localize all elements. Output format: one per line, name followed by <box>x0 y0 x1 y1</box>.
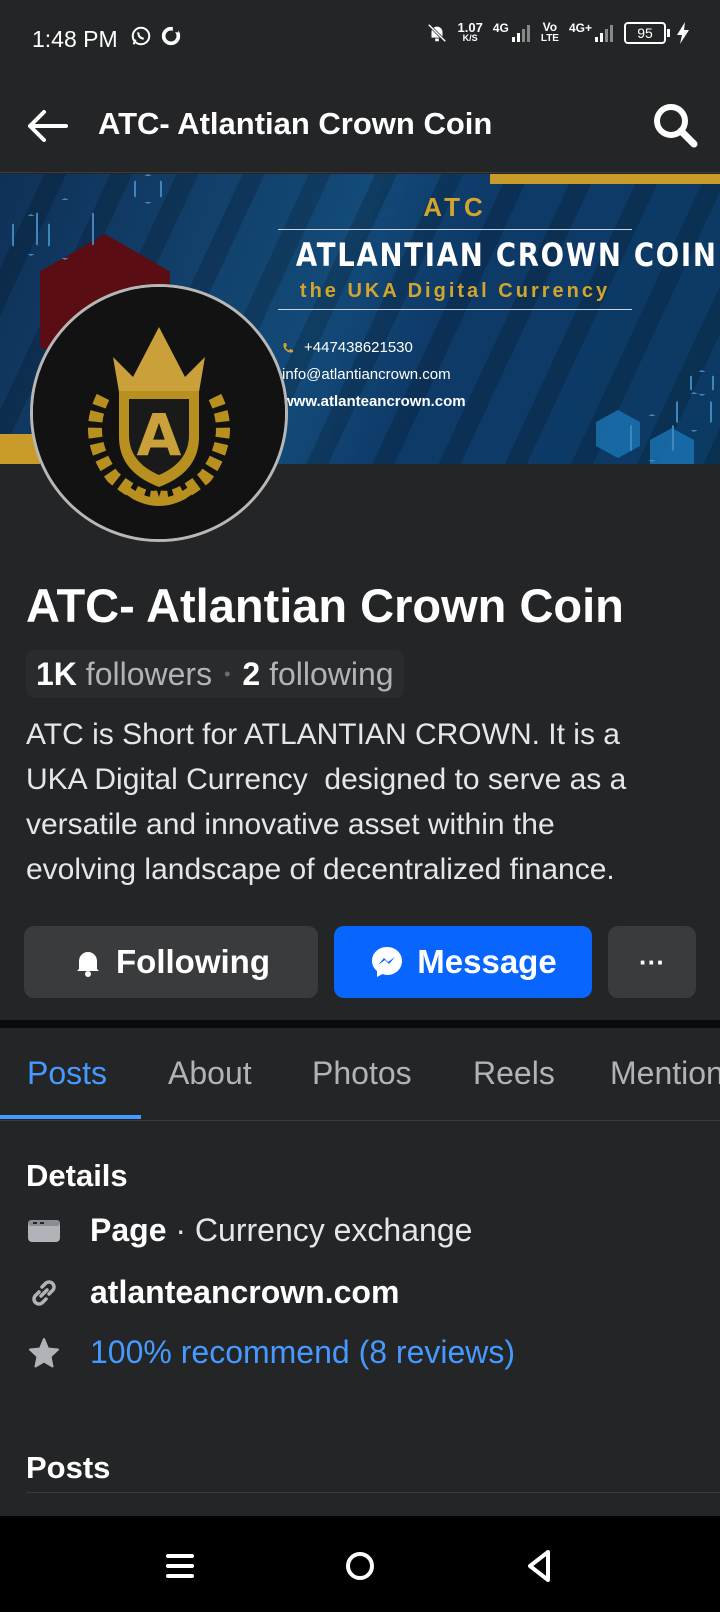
following-button[interactable]: Following <box>24 926 318 998</box>
cover-subtitle: the UKA Digital Currency <box>299 280 611 302</box>
battery-level: 95 <box>637 25 653 41</box>
cover-atc: ATC <box>423 192 487 222</box>
cover-divider <box>278 229 632 230</box>
cover-name: ATLANTIAN CROWN COIN <box>295 236 718 274</box>
page-type: Page <box>90 1212 167 1248</box>
section-divider <box>0 1020 720 1028</box>
message-button-label: Message <box>417 943 557 980</box>
whatsapp-icon <box>131 26 151 46</box>
detail-recommend[interactable]: 100% recommend (8 reviews) <box>26 1334 515 1371</box>
search-icon[interactable] <box>650 100 700 150</box>
volte-bottom: LTE <box>540 33 559 44</box>
status-right: 1.07 K/S 4G Vo LTE 4G+ 95 <box>426 20 691 44</box>
separator-dot: • <box>224 663 231 684</box>
speed-indicator: 1.07 K/S <box>457 20 483 44</box>
tab-mentions[interactable]: Mentions <box>610 1055 720 1092</box>
page-title: ATC- Atlantian Crown Coin <box>98 106 493 141</box>
cover-website-row: www.atlanteancrown.com <box>282 388 466 415</box>
back-arrow-icon[interactable] <box>24 102 72 150</box>
signal-bars-icon <box>511 25 530 42</box>
system-nav-bar <box>0 1516 720 1612</box>
speed-value: 1.07 <box>457 20 483 35</box>
bell-icon <box>77 952 100 977</box>
status-time: 1:48 PM <box>32 26 118 52</box>
phone-icon <box>283 342 293 352</box>
back-nav-icon[interactable] <box>520 1546 560 1586</box>
following-count[interactable]: 2 following <box>242 656 393 693</box>
cover-phone: +447438621530 <box>304 339 413 356</box>
sync-icon <box>161 26 181 46</box>
link-icon <box>26 1275 62 1311</box>
message-button[interactable]: Message <box>334 926 592 998</box>
top-app-bar: ATC- Atlantian Crown Coin <box>0 80 720 173</box>
tab-posts[interactable]: Posts <box>27 1055 107 1092</box>
home-icon[interactable] <box>340 1546 380 1586</box>
detail-category: Page · Currency exchange <box>26 1212 472 1249</box>
follow-counts[interactable]: 1K followers • 2 following <box>26 650 404 698</box>
cover-text-block: ATC ATLANTIAN CROWN COIN the UKA Digital… <box>270 192 718 316</box>
posts-divider <box>26 1492 720 1493</box>
crown-shield-logo: A <box>33 287 285 539</box>
following-button-label: Following <box>116 943 270 980</box>
cover-email-row: info@atlantiancrown.com <box>282 361 466 388</box>
messenger-icon <box>372 947 403 977</box>
cover-contact: +447438621530 info@atlantiancrown.com ww… <box>282 334 466 415</box>
followers-number: 1K <box>36 655 77 692</box>
following-number: 2 <box>242 655 261 692</box>
posts-heading: Posts <box>26 1450 111 1485</box>
detail-website[interactable]: atlanteancrown.com <box>26 1274 399 1311</box>
profile-tabs: Posts About Photos Reels Mentions <box>0 1028 720 1121</box>
net-type-1: 4G <box>492 21 509 35</box>
followers-count[interactable]: 1K followers <box>36 656 212 693</box>
tab-about[interactable]: About <box>168 1055 252 1092</box>
active-tab-indicator <box>0 1115 141 1119</box>
charging-icon <box>677 22 689 44</box>
volte-indicator: Vo LTE <box>540 20 559 44</box>
more-options-label: ··· <box>639 946 665 977</box>
followers-label: followers <box>85 655 213 692</box>
recommend-link[interactable]: 100% recommend (8 reviews) <box>90 1334 515 1371</box>
signal-1: 4G <box>492 21 531 43</box>
details-heading: Details <box>26 1158 128 1193</box>
battery-indicator: 95 <box>624 22 670 44</box>
recent-apps-icon[interactable] <box>160 1546 200 1586</box>
signal-bars-icon <box>595 25 613 42</box>
page-name: ATC- Atlantian Crown Coin <box>26 579 624 632</box>
more-options-button[interactable]: ··· <box>608 926 696 998</box>
signal-2: 4G+ <box>568 21 614 43</box>
website-link[interactable]: atlanteancrown.com <box>90 1274 399 1311</box>
volte-top: Vo <box>542 20 558 34</box>
cover-decoration <box>490 174 720 184</box>
star-icon <box>26 1335 62 1371</box>
cover-email: info@atlantiancrown.com <box>282 366 451 383</box>
following-label: following <box>269 655 394 692</box>
status-app-icons <box>130 25 182 47</box>
cover-phone-row: +447438621530 <box>282 334 466 361</box>
cover-divider <box>278 309 632 310</box>
tab-reels[interactable]: Reels <box>473 1055 555 1092</box>
bell-muted-icon <box>427 23 446 43</box>
page-category: · Currency exchange <box>166 1212 473 1248</box>
tab-photos[interactable]: Photos <box>312 1055 412 1092</box>
page-bio: ATC is Short for ATLANTIAN CROWN. It is … <box>26 718 627 886</box>
cover-website: www.atlanteancrown.com <box>282 393 466 410</box>
avatar[interactable]: A <box>30 284 288 542</box>
svg-text:A: A <box>137 401 182 469</box>
status-bar: 1:48 PM 1.07 K/S 4G Vo LTE 4G+ 95 <box>0 0 720 80</box>
net-type-2: 4G+ <box>568 21 592 35</box>
page-flag-icon <box>26 1213 62 1249</box>
